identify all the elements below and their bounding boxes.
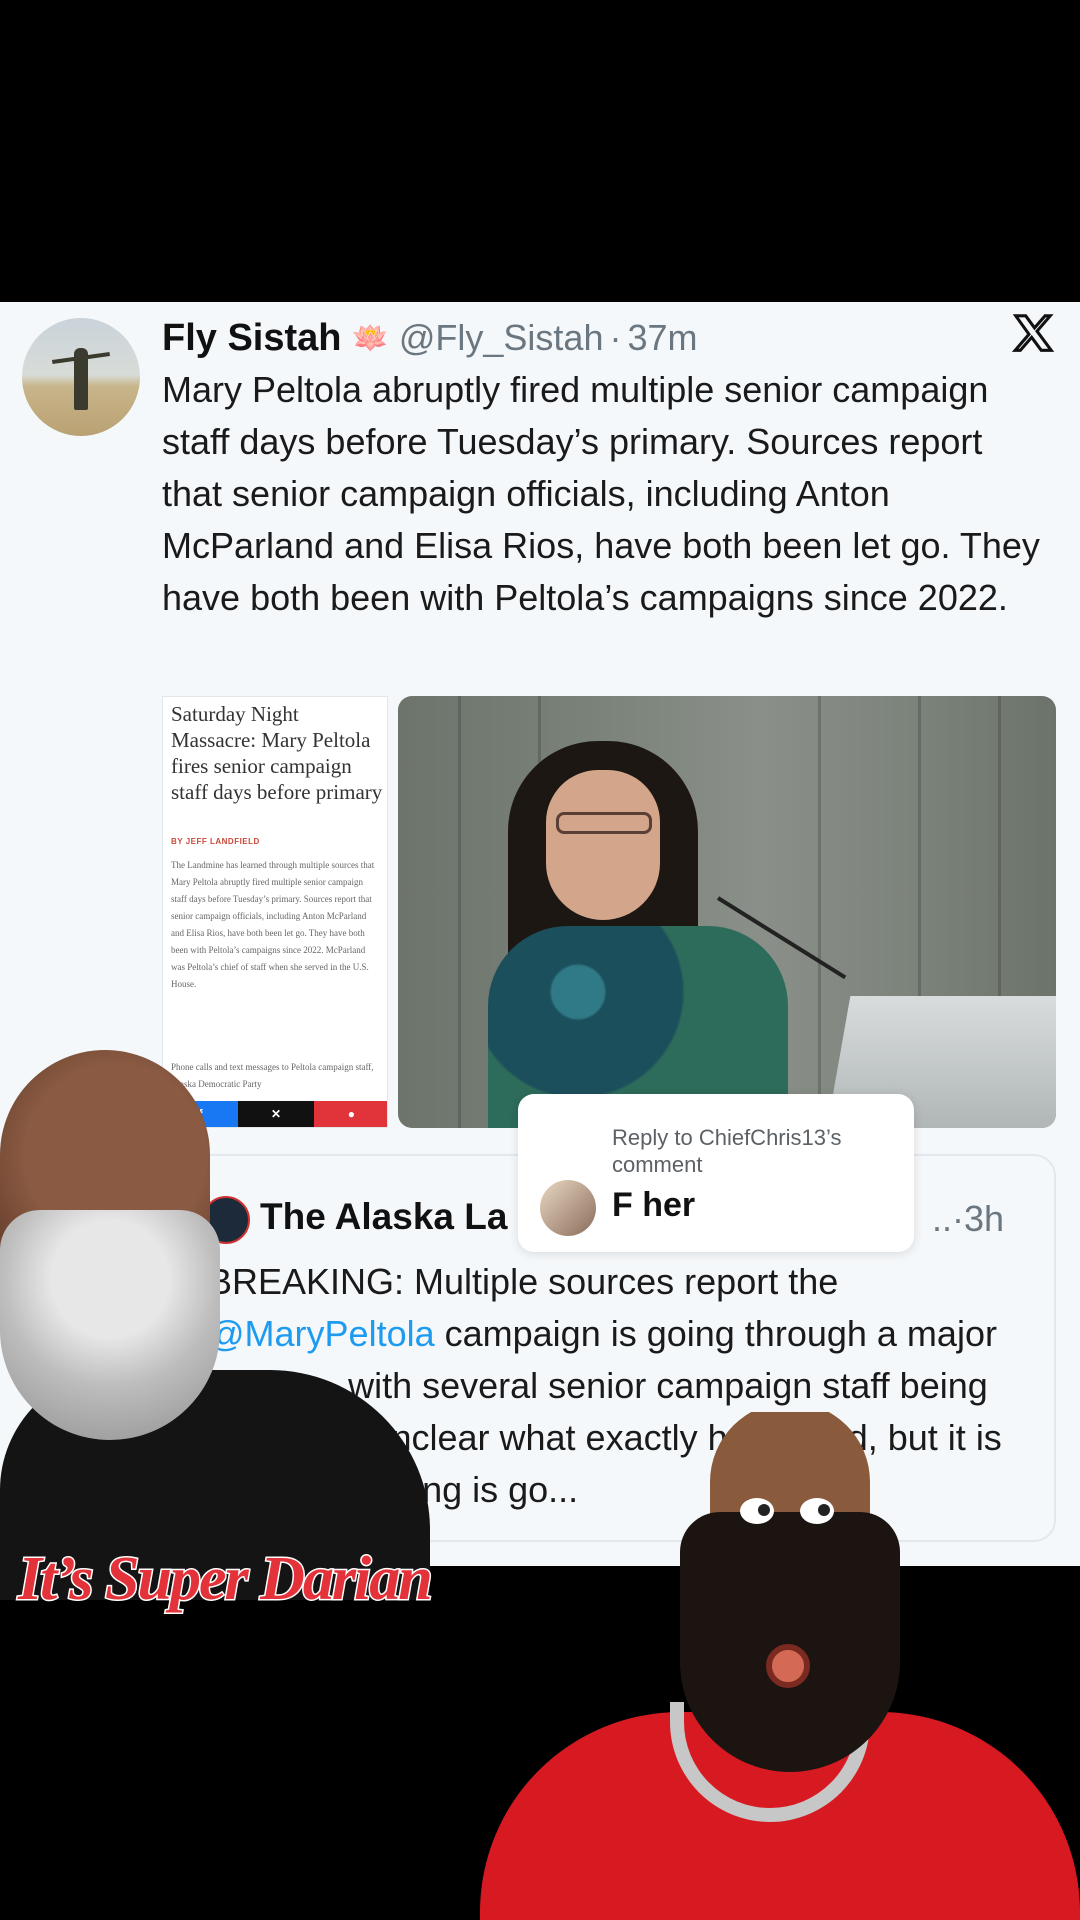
- tweet-text: Mary Peltola abruptly fired multiple sen…: [162, 369, 1040, 618]
- author-avatar[interactable]: [22, 318, 140, 436]
- peltola-photo-image[interactable]: [398, 696, 1056, 1128]
- reply-label: Reply to ChiefChris13’s comment: [612, 1125, 842, 1177]
- x-logo-icon: [1011, 314, 1055, 352]
- commenter-avatar: [540, 1180, 596, 1236]
- article-headline: Saturday Night Massacre: Mary Peltola fi…: [171, 702, 383, 804]
- tweet-header: Fly Sistah 🪷 @Fly_Sistah · 37m: [162, 310, 698, 366]
- reply-text: F her: [612, 1186, 696, 1224]
- reaction-image: [470, 1412, 1080, 1920]
- article-body: The Landmine has learned through multipl…: [171, 860, 375, 989]
- tweet-time[interactable]: 37m: [627, 317, 697, 359]
- author-handle[interactable]: @Fly_Sistah: [399, 317, 604, 359]
- separator-dot: ·: [609, 317, 622, 358]
- quote-time: ..·3h: [931, 1198, 1004, 1239]
- creator-video-overlay: [0, 1040, 430, 1600]
- creator-watermark: It’s Super Darian: [17, 1544, 435, 1615]
- author-name[interactable]: Fly Sistah: [162, 317, 342, 360]
- lotus-emoji: 🪷: [351, 321, 389, 355]
- article-byline: BY JEFF LANDFIELD: [171, 837, 260, 846]
- quote-time-value: 3h: [963, 1198, 1004, 1239]
- reply-comment-bubble[interactable]: Reply to ChiefChris13’s comment F her: [518, 1094, 914, 1252]
